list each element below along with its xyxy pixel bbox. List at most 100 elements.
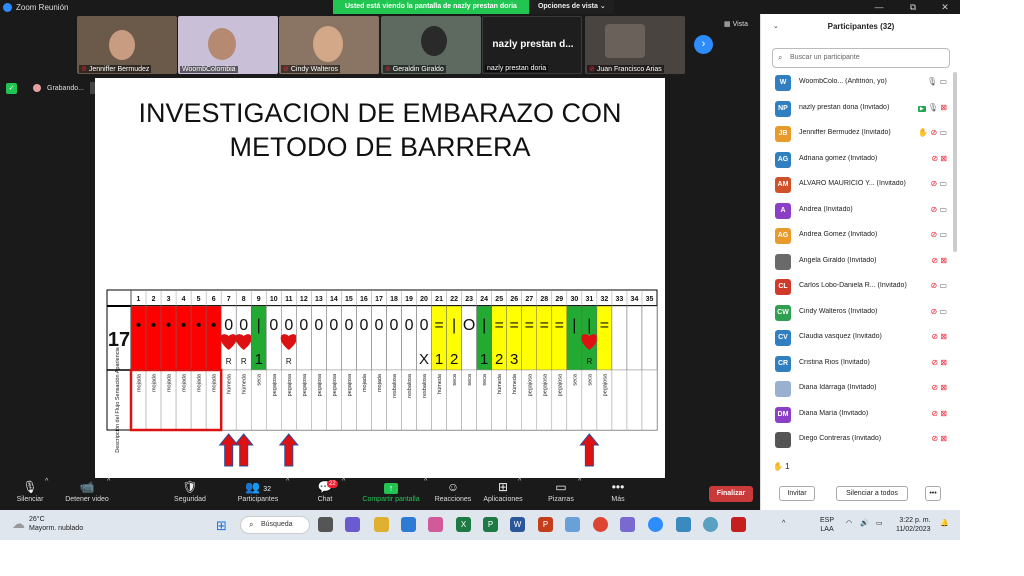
close-button[interactable]: ✕ <box>934 0 956 14</box>
microphone-muted-icon[interactable]: ⊘ <box>931 409 938 418</box>
camera-icon[interactable]: ▭ <box>939 128 947 137</box>
participant-row[interactable]: W WoombColo... (Anfitrión, yo) 🎙 ▭ <box>761 72 953 98</box>
video-tile[interactable]: WoombColombia <box>178 16 278 74</box>
microphone-muted-icon[interactable]: ⊘ <box>931 332 938 341</box>
participant-row[interactable]: Angela Giraldo (Invitado) ⊘ ⊠ <box>761 251 953 277</box>
microphone-muted-icon[interactable]: ⊘ <box>931 154 938 163</box>
camera-icon[interactable]: ▭ <box>939 307 947 316</box>
powerpoint-icon[interactable]: P <box>538 517 553 532</box>
app-icon[interactable] <box>676 517 691 532</box>
chat-options-caret[interactable]: ^ <box>342 478 345 510</box>
participant-row[interactable]: CR Cristina Rios (Invitado) ⊘ ⊠ <box>761 353 953 379</box>
clock[interactable]: 3:22 p. m. 11/02/2023 <box>896 516 931 534</box>
participant-row[interactable]: JB Jenniffer Bermudez (Invitado) ✋ ⊘ ▭ <box>761 123 953 149</box>
video-tile[interactable]: ⊘ Cindy Walteros <box>279 16 379 74</box>
participant-row[interactable]: NP nazly prestan doria (Invitado) ▶ 🎙 ⊠ <box>761 98 953 124</box>
camera-icon[interactable]: ▭ <box>939 230 947 239</box>
mute-options-caret[interactable]: ^ <box>45 478 48 510</box>
language-indicator[interactable]: ESP LAA <box>820 516 834 534</box>
camera-icon[interactable]: ▭ <box>939 281 947 290</box>
maximize-button[interactable]: ⧉ <box>902 0 924 14</box>
more-button[interactable]: ••• Más <box>604 478 632 510</box>
microphone-muted-icon[interactable]: ⊘ <box>931 307 938 316</box>
volume-icon[interactable]: 🔊 <box>860 519 869 527</box>
share-options-caret[interactable]: ^ <box>424 478 427 510</box>
video-tile[interactable]: ⊘ Geraldin Giraldo <box>381 16 481 74</box>
globe-icon[interactable] <box>703 517 718 532</box>
view-options-button[interactable]: Opciones de vista ⌄ <box>528 0 614 14</box>
edge-icon[interactable] <box>401 517 416 532</box>
participant-row[interactable]: AG Andrea Gomez (Invitado) ⊘ ▭ <box>761 225 953 251</box>
excel-icon[interactable]: X <box>456 517 471 532</box>
video-tile[interactable]: ⊘ Juan Francisco Arias <box>585 16 685 74</box>
camera-off-icon[interactable]: ⊠ <box>940 332 947 341</box>
camera-off-icon[interactable]: ⊠ <box>940 256 947 265</box>
wifi-icon[interactable]: ◠ <box>846 519 852 527</box>
camera-off-icon[interactable]: ⊠ <box>940 383 947 392</box>
mute-all-button[interactable]: Silenciar a todos <box>836 486 908 501</box>
microphone-muted-icon[interactable]: ⊘ <box>931 205 938 214</box>
zoom-app-icon[interactable] <box>648 517 663 532</box>
more-options-button[interactable]: ••• <box>925 486 941 501</box>
microphone-muted-icon[interactable]: ⊘ <box>931 128 938 137</box>
participant-row[interactable]: CV Claudia vasquez (Invitado) ⊘ ⊠ <box>761 327 953 353</box>
weather-widget[interactable]: ☁ 26°C Mayorm. nublado <box>12 515 83 533</box>
reactions-button[interactable]: ☺ Reacciones <box>432 478 474 510</box>
participant-row[interactable]: CW Cindy Walteros (Invitado) ⊘ ▭ <box>761 302 953 328</box>
invite-button[interactable]: Invitar <box>779 486 815 501</box>
teams-icon[interactable] <box>345 517 360 532</box>
chrome-icon[interactable] <box>593 517 608 532</box>
snipping-tool-icon[interactable] <box>620 517 635 532</box>
microphone-muted-icon[interactable]: ⊘ <box>931 281 938 290</box>
participant-row[interactable]: A Andrea (Invitado) ⊘ ▭ <box>761 200 953 226</box>
security-button[interactable]: 🛡 Seguridad <box>168 478 212 510</box>
camera-off-icon[interactable]: ⊠ <box>940 434 947 443</box>
minimize-button[interactable]: — <box>868 0 890 14</box>
camera-off-icon[interactable]: ⊠ <box>940 154 947 163</box>
participant-row[interactable]: DM Diana María (Invitado) ⊘ ⊠ <box>761 404 953 430</box>
word-icon[interactable]: W <box>510 517 525 532</box>
participant-search-input[interactable]: ⌕ Buscar un participante <box>772 48 950 68</box>
video-options-caret[interactable]: ^ <box>107 478 110 510</box>
photos-icon[interactable] <box>428 517 443 532</box>
project-icon[interactable]: P <box>483 517 498 532</box>
participant-row[interactable]: AM ALVARO MAURICIO Y... (Invitado) ⊘ ▭ <box>761 174 953 200</box>
file-explorer-icon[interactable] <box>374 517 389 532</box>
microphone-muted-icon[interactable]: ⊘ <box>931 256 938 265</box>
participant-row[interactable]: AG Adriana gomez (Invitado) ⊘ ⊠ <box>761 149 953 175</box>
share-screen-button[interactable]: ↑ Compartir pantalla <box>356 478 426 510</box>
camera-icon[interactable]: ▭ <box>939 179 947 188</box>
acrobat-icon[interactable] <box>731 517 746 532</box>
windows-start-icon[interactable]: ⊞ <box>216 518 227 534</box>
camera-icon[interactable]: ▭ <box>939 205 947 214</box>
chevron-right-icon[interactable]: › <box>694 35 713 54</box>
microphone-icon[interactable]: 🎙 <box>927 77 937 86</box>
video-tile[interactable]: ⊘ Jenniffer Bermudez <box>77 16 177 74</box>
whiteboards-button[interactable]: ▭ Pizarras <box>544 478 578 510</box>
battery-icon[interactable]: ▭ <box>876 519 883 527</box>
chevron-up-icon[interactable]: ^ <box>782 520 785 527</box>
panel-scrollbar[interactable] <box>953 72 957 252</box>
microphone-icon[interactable]: 🎙 <box>928 103 938 112</box>
microphone-muted-icon[interactable]: ⊘ <box>931 358 938 367</box>
notification-bell-icon[interactable]: 🔔 <box>940 519 949 527</box>
end-meeting-button[interactable]: Finalizar <box>709 486 753 502</box>
app-icon[interactable] <box>565 517 580 532</box>
task-view-icon[interactable] <box>318 517 333 532</box>
participants-options-caret[interactable]: ^ <box>286 478 289 510</box>
participants-button[interactable]: 👥 32 Participantes <box>230 478 286 510</box>
participant-row[interactable]: Diego Contreras (Invitado) ⊘ ⊠ <box>761 429 953 455</box>
participant-row[interactable]: Diana Idárraga (Invitado) ⊘ ⊠ <box>761 378 953 404</box>
camera-off-icon[interactable]: ⊠ <box>940 409 947 418</box>
view-button[interactable]: ▦ Vista <box>724 20 748 28</box>
microphone-muted-icon[interactable]: ⊘ <box>931 383 938 392</box>
apps-options-caret[interactable]: ^ <box>518 478 521 510</box>
microphone-muted-icon[interactable]: ⊘ <box>931 434 938 443</box>
video-tile-active-speaker[interactable]: nazly prestan d... nazly prestan doria <box>482 16 582 74</box>
camera-off-icon[interactable]: ⊠ <box>940 358 947 367</box>
microphone-muted-icon[interactable]: ⊘ <box>931 230 938 239</box>
camera-off-icon[interactable]: ⊠ <box>940 103 947 112</box>
participant-row[interactable]: CL Carlos Lobo-Daniela R... (Invitado) ⊘ ▭ <box>761 276 953 302</box>
microphone-muted-icon[interactable]: ⊘ <box>931 179 938 188</box>
whiteboards-options-caret[interactable]: ^ <box>578 478 581 510</box>
